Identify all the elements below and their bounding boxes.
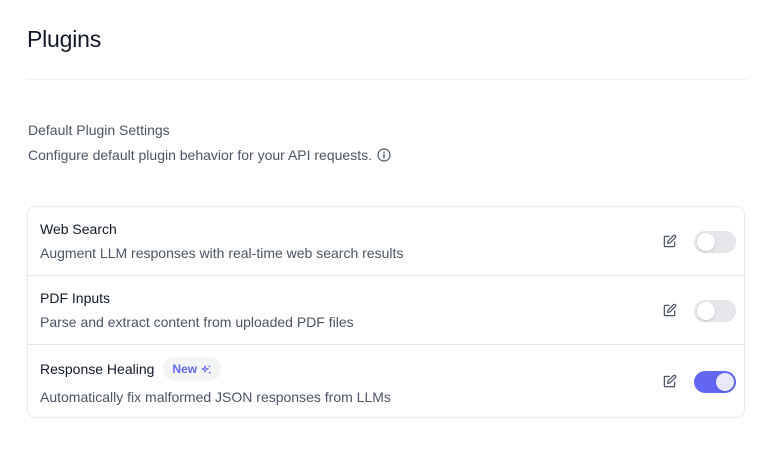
section-description: Configure default plugin behavior for yo… [28,147,391,163]
page-title: Plugins [27,26,102,52]
plugin-row-pdf-inputs: PDF Inputs Parse and extract content fro… [28,276,744,345]
edit-web-search-button[interactable] [660,232,678,250]
plugin-row-web-search: Web Search Augment LLM responses with re… [28,207,744,276]
plugin-row-response-healing: Response Healing New Automatically fix m… [28,345,744,417]
plugins-page: Plugins Default Plugin Settings Configur… [0,0,772,457]
response-healing-toggle[interactable] [694,371,736,393]
plugin-name: PDF Inputs [40,290,111,306]
plugins-list: Web Search Augment LLM responses with re… [27,206,745,418]
plugin-title: Response Healing New [40,357,222,381]
web-search-toggle[interactable] [694,231,736,253]
sparkle-icon [201,364,212,375]
pencil-edit-icon [663,374,676,387]
plugin-title: PDF Inputs [40,290,110,306]
toggle-knob [697,302,715,320]
plugin-description: Automatically fix malformed JSON respons… [40,389,391,405]
edit-pdf-inputs-button[interactable] [660,301,678,319]
new-badge: New [163,357,222,381]
section-description-text: Configure default plugin behavior for yo… [28,147,372,163]
edit-response-healing-button[interactable] [660,372,678,390]
plugin-description: Augment LLM responses with real-time web… [40,245,404,261]
pencil-edit-icon [663,303,676,316]
section-heading: Default Plugin Settings [28,122,170,138]
toggle-knob [697,233,715,251]
plugin-name: Response Healing [40,361,155,377]
plugin-title: Web Search [40,221,117,237]
pdf-inputs-toggle[interactable] [694,300,736,322]
title-divider [27,79,747,80]
plugin-description: Parse and extract content from uploaded … [40,314,354,330]
plugin-name: Web Search [40,221,117,237]
badge-label: New [172,362,198,376]
toggle-knob [716,373,734,391]
pencil-edit-icon [663,234,676,247]
info-icon[interactable] [377,148,391,162]
